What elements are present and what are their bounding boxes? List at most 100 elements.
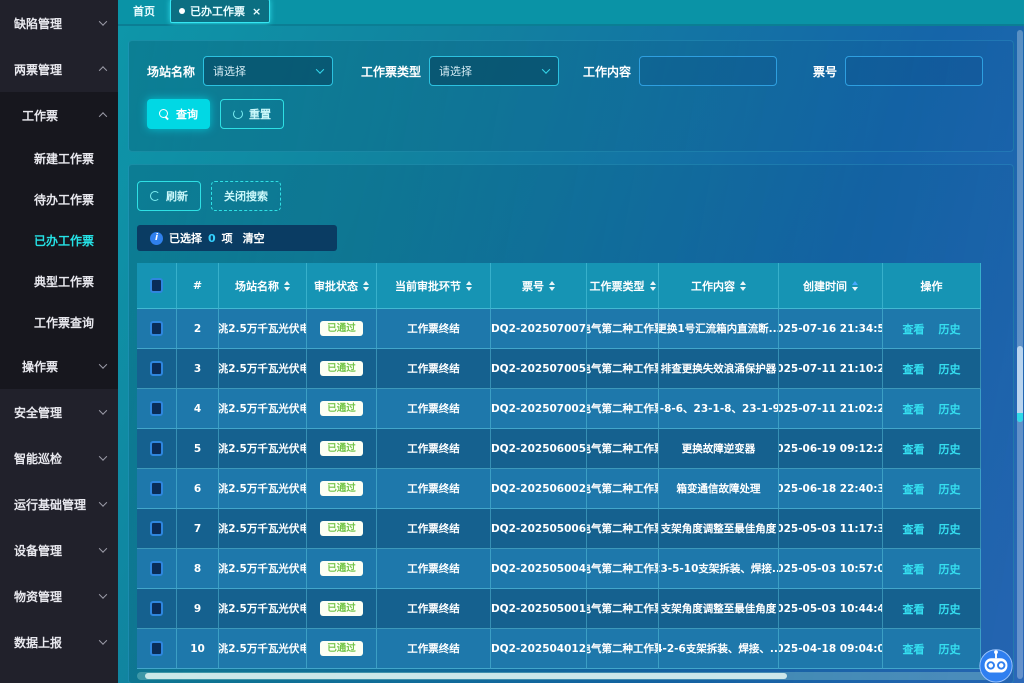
sidebar-item-7[interactable]: 工作票查询	[0, 302, 118, 343]
query-button[interactable]: 查询	[147, 99, 210, 129]
history-link[interactable]: 历史	[939, 561, 961, 577]
status-badge: 已通过	[320, 521, 363, 536]
vertical-scrollbar-thumb[interactable]	[1017, 346, 1023, 422]
view-link[interactable]: 查看	[903, 401, 925, 417]
view-link[interactable]: 查看	[903, 561, 925, 577]
sidebar-item-3[interactable]: 新建工作票	[0, 138, 118, 179]
refresh-button[interactable]: 刷新	[137, 181, 201, 211]
row-checkbox[interactable]	[150, 601, 163, 616]
view-link[interactable]: 查看	[903, 441, 925, 457]
reset-icon	[233, 109, 243, 119]
history-link[interactable]: 历史	[939, 401, 961, 417]
sidebar-item-5[interactable]: 已办工作票	[0, 220, 118, 261]
work-content-input[interactable]	[639, 56, 777, 86]
view-link[interactable]: 查看	[903, 361, 925, 377]
header-cell-3[interactable]: 当前审批环节	[377, 263, 491, 309]
sidebar-item-0[interactable]: 缺陷管理	[0, 0, 118, 46]
horizontal-scrollbar[interactable]	[137, 672, 1005, 680]
tab-home[interactable]: 首页	[124, 0, 164, 24]
ticket-type-cell: 电气第二种工作票	[587, 429, 659, 469]
sidebar-item-1[interactable]: 两票管理	[0, 46, 118, 92]
sidebar-item-6[interactable]: 典型工作票	[0, 261, 118, 302]
sort-carets-icon[interactable]	[650, 281, 656, 291]
chevron-down-icon	[99, 636, 107, 644]
header-cell-1[interactable]: 场站名称	[219, 263, 307, 309]
station-select[interactable]: 请选择	[203, 56, 333, 86]
history-link[interactable]: 历史	[939, 321, 961, 337]
row-checkbox[interactable]	[150, 481, 163, 496]
sort-carets-icon[interactable]	[363, 281, 369, 291]
sidebar-item-11[interactable]: 运行基础管理	[0, 481, 118, 527]
created-time-cell: 2025-05-03 10:57:09	[779, 549, 883, 589]
header-cell-4[interactable]: 票号	[491, 263, 587, 309]
status-badge: 已通过	[320, 361, 363, 376]
sort-carets-icon[interactable]	[549, 281, 555, 291]
station-name-cell: 临洮2.5万千瓦光伏电..	[219, 429, 307, 469]
ticket-no-input[interactable]	[845, 56, 983, 86]
row-checkbox-cell	[137, 349, 177, 389]
view-link[interactable]: 查看	[903, 521, 925, 537]
chevron-down-icon	[99, 590, 107, 598]
history-link[interactable]: 历史	[939, 441, 961, 457]
header-cell-6[interactable]: 工作内容	[659, 263, 779, 309]
tab-close-icon[interactable]: ×	[252, 6, 261, 17]
actions-cell: 查看历史	[883, 429, 981, 469]
created-time-cell: 2025-05-03 11:17:35	[779, 509, 883, 549]
sort-carets-icon[interactable]	[740, 281, 746, 291]
table-row: 7临洮2.5万千瓦光伏电..已通过工作票终结DQ2-202505006电气第二种…	[137, 509, 981, 549]
search-buttons: 查询 重置	[147, 99, 995, 129]
row-number-cell: 6	[177, 469, 219, 509]
view-link[interactable]: 查看	[903, 481, 925, 497]
status-badge: 已通过	[320, 601, 363, 616]
history-link[interactable]: 历史	[939, 481, 961, 497]
table-row: 6临洮2.5万千瓦光伏电..已通过工作票终结DQ2-202506002电气第二种…	[137, 469, 981, 509]
approval-status-cell: 已通过	[307, 629, 377, 669]
ticket-no-cell: DQ2-202507002	[491, 389, 587, 429]
sidebar-item-9[interactable]: 安全管理	[0, 389, 118, 435]
sidebar-item-label: 工作票查询	[34, 314, 94, 331]
header-cell-7[interactable]: 创建时间	[779, 263, 883, 309]
row-checkbox[interactable]	[150, 441, 163, 456]
sort-carets-icon[interactable]	[466, 281, 472, 291]
sort-carets-icon[interactable]	[284, 281, 290, 291]
ticket-type-cell: 电气第二种工作票	[587, 469, 659, 509]
view-link[interactable]: 查看	[903, 641, 925, 657]
sidebar-item-10[interactable]: 智能巡检	[0, 435, 118, 481]
sidebar-item-12[interactable]: 设备管理	[0, 527, 118, 573]
row-checkbox[interactable]	[150, 321, 163, 336]
header-cell-5[interactable]: 工作票类型	[587, 263, 659, 309]
row-checkbox[interactable]	[150, 521, 163, 536]
reset-button[interactable]: 重置	[220, 99, 284, 129]
assistant-robot-icon[interactable]	[976, 645, 1016, 683]
history-link[interactable]: 历史	[939, 361, 961, 377]
chevron-down-icon	[99, 498, 107, 506]
history-link[interactable]: 历史	[939, 601, 961, 617]
sidebar-item-2[interactable]: 工作票	[0, 92, 118, 138]
row-checkbox[interactable]	[150, 361, 163, 376]
sidebar-item-8[interactable]: 操作票	[0, 343, 118, 389]
row-checkbox[interactable]	[150, 401, 163, 416]
view-link[interactable]: 查看	[903, 601, 925, 617]
horizontal-scrollbar-thumb[interactable]	[145, 673, 787, 679]
history-link[interactable]: 历史	[939, 521, 961, 537]
clear-selection-button[interactable]: 清空	[243, 230, 265, 246]
ticket-type-select[interactable]: 请选择	[429, 56, 559, 86]
header-label: #	[193, 279, 202, 292]
row-checkbox-cell	[137, 309, 177, 349]
sidebar-item-4[interactable]: 待办工作票	[0, 179, 118, 220]
row-checkbox[interactable]	[150, 641, 163, 656]
view-link[interactable]: 查看	[903, 321, 925, 337]
tab-done-work-tickets[interactable]: 已办工作票 ×	[170, 0, 270, 23]
select-all-checkbox[interactable]	[150, 278, 163, 293]
history-link[interactable]: 历史	[939, 641, 961, 657]
sort-carets-icon[interactable]	[852, 281, 858, 291]
close-search-button[interactable]: 关闭搜索	[211, 181, 281, 211]
sidebar-item-13[interactable]: 物资管理	[0, 573, 118, 619]
header-cell-8: 操作	[883, 263, 981, 309]
row-checkbox[interactable]	[150, 561, 163, 576]
header-cell-2[interactable]: 审批状态	[307, 263, 377, 309]
sidebar-item-label: 新建工作票	[34, 150, 94, 167]
vertical-scrollbar[interactable]	[1017, 30, 1023, 679]
work-content-cell: 排查更换失效浪涌保护器	[659, 349, 779, 389]
sidebar-item-14[interactable]: 数据上报	[0, 619, 118, 665]
